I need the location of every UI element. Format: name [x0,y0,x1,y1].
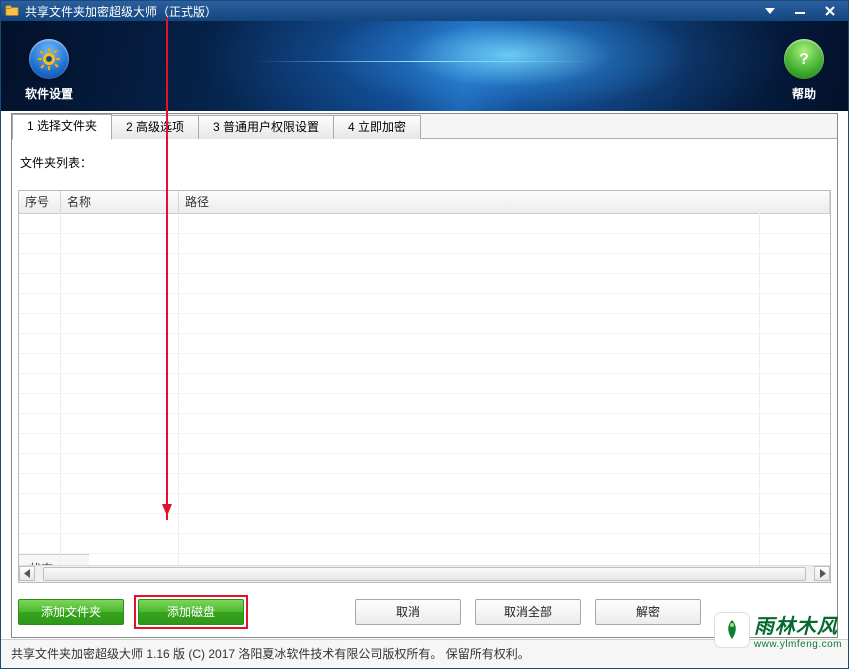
dropdown-button[interactable] [756,4,784,18]
banner: 软件设置 ? 帮助 [1,21,848,111]
triangle-left-icon [24,569,31,578]
tab-permissions[interactable]: 3 普通用户权限设置 [198,115,334,139]
tab-label: 2 高级选项 [126,120,184,134]
scroll-thumb[interactable] [43,567,806,581]
cancel-button[interactable]: 取消 [355,599,461,625]
status-bar: 共享文件夹加密超级大师 1.16 版 (C) 2017 洛阳夏冰软件技术有限公司… [1,639,848,668]
horizontal-scrollbar[interactable] [19,565,830,582]
chevron-down-icon [765,7,775,15]
app-window: 共享文件夹加密超级大师（正式版） [0,0,849,669]
tab-strip: 1 选择文件夹 2 高级选项 3 普通用户权限设置 4 立即加密 [12,114,837,139]
add-disk-button[interactable]: 添加磁盘 [138,599,244,625]
help-button[interactable]: ? 帮助 [784,39,824,102]
minimize-button[interactable] [786,4,814,18]
app-icon [5,4,19,18]
scroll-track[interactable] [35,566,814,582]
tab-advanced[interactable]: 2 高级选项 [111,115,199,139]
folder-list-label: 文件夹列表： [20,154,829,171]
scroll-right-button[interactable] [814,566,830,581]
grid-header: 序号 名称 路径 状态 [19,191,830,214]
close-icon [825,6,835,16]
settings-button[interactable]: 软件设置 [25,39,73,102]
minimize-icon [794,6,806,16]
tab-label: 3 普通用户权限设置 [213,120,319,134]
button-row: 添加文件夹 添加磁盘 取消 取消全部 解密 [18,597,831,627]
titlebar: 共享文件夹加密超级大师（正式版） [1,1,848,21]
content-panel: 1 选择文件夹 2 高级选项 3 普通用户权限设置 4 立即加密 文件夹列表： … [11,113,838,638]
scroll-left-button[interactable] [19,566,35,581]
tab-select-folder[interactable]: 1 选择文件夹 [12,114,112,140]
gear-icon [29,39,69,79]
cancel-all-button[interactable]: 取消全部 [475,599,581,625]
grid-body[interactable] [19,213,830,566]
help-icon: ? [784,39,824,79]
col-name[interactable]: 名称 [61,191,179,213]
folder-grid: 序号 名称 路径 状态 [18,190,831,583]
col-path[interactable]: 路径 [179,191,830,213]
highlight-box: 添加磁盘 [134,595,248,629]
close-button[interactable] [816,4,844,18]
tab-label: 1 选择文件夹 [27,119,97,133]
window-title: 共享文件夹加密超级大师（正式版） [25,3,217,20]
help-label: 帮助 [784,85,824,102]
settings-label: 软件设置 [25,85,73,102]
tab-label: 4 立即加密 [348,120,406,134]
add-folder-button[interactable]: 添加文件夹 [18,599,124,625]
triangle-right-icon [819,569,826,578]
decrypt-button[interactable]: 解密 [595,599,701,625]
col-seq[interactable]: 序号 [19,191,61,213]
tab-body: 文件夹列表： 序号 名称 路径 状态 [12,138,837,637]
tab-encrypt[interactable]: 4 立即加密 [333,115,421,139]
svg-text:?: ? [799,51,809,68]
